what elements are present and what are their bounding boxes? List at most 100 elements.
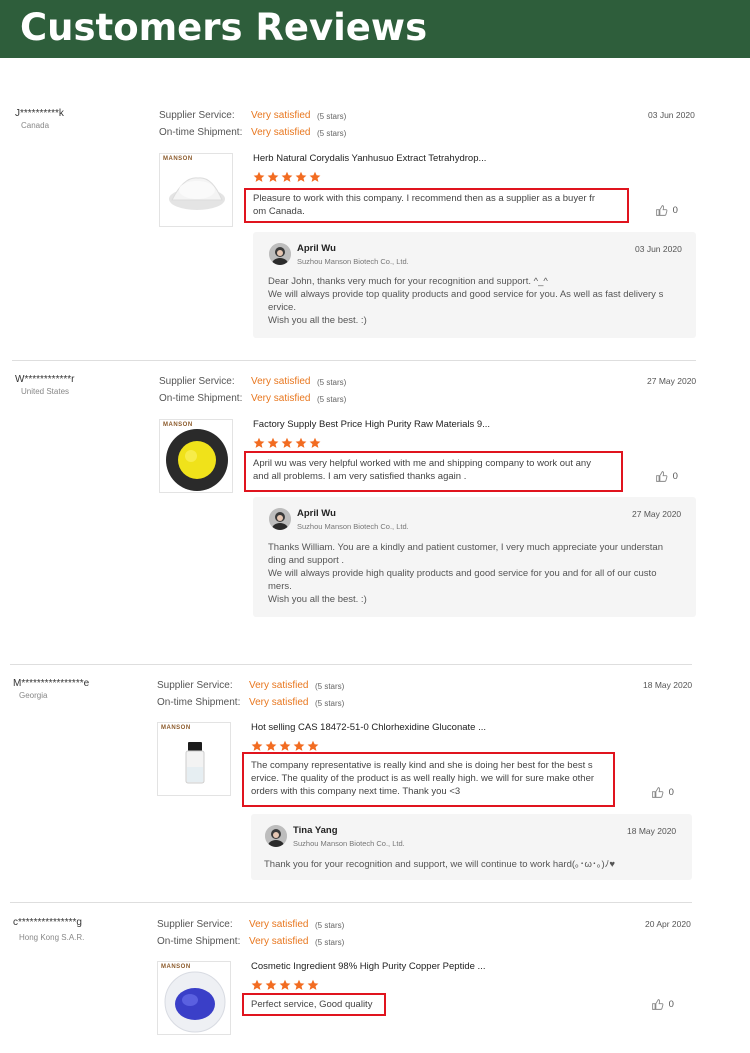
product-thumbnail[interactable]: MANSON	[157, 722, 231, 796]
like-count: 0	[672, 205, 678, 217]
ontime-shipment-label: On-time Shipment:	[159, 393, 243, 404]
thumbs-up-icon	[652, 787, 664, 798]
star-icon	[267, 171, 279, 182]
like-button[interactable]: 0	[651, 998, 674, 1011]
brand-logo: MANSON	[161, 725, 191, 731]
person-icon	[265, 825, 287, 847]
reply-line: We will always provide top quality produ…	[268, 289, 664, 300]
reply-author: April Wu	[297, 243, 336, 254]
thumbs-up-icon	[652, 999, 664, 1010]
ontime-shipment-rating: Very satisfied	[249, 936, 309, 947]
review-date: 27 May 2020	[647, 376, 697, 386]
ontime-shipment-label: On-time Shipment:	[159, 127, 243, 138]
reply-line: We will always provide high quality prod…	[268, 568, 657, 579]
ontime-shipment-stars: (5 stars)	[315, 938, 345, 947]
like-button[interactable]: 0	[651, 786, 674, 799]
star-icon	[279, 979, 291, 990]
star-icon	[295, 437, 307, 448]
avatar	[269, 508, 291, 530]
product-title-link[interactable]: Herb Natural Corydalis Yanhusuo Extract …	[253, 153, 486, 164]
person-icon	[269, 243, 291, 265]
ontime-shipment-rating: Very satisfied	[251, 393, 311, 404]
supplier-service-stars: (5 stars)	[315, 682, 345, 691]
supplier-service-label: Supplier Service:	[159, 110, 235, 121]
comment-line: Perfect service, Good quality	[251, 999, 373, 1010]
star-icon	[293, 979, 305, 990]
like-button[interactable]: 0	[655, 204, 678, 217]
reply-company: Suzhou Manson Biotech Co., Ltd.	[293, 839, 405, 848]
reply-text: Thank you for your recognition and suppo…	[264, 858, 615, 871]
like-button[interactable]: 0	[655, 470, 678, 483]
review-date: 20 Apr 2020	[645, 919, 691, 929]
comment-line: The company representative is really kin…	[251, 760, 593, 771]
vial-image	[185, 742, 205, 784]
page-title: Customers Reviews	[20, 6, 428, 49]
review-card: J**********k Canada Supplier Service: Ve…	[15, 108, 750, 348]
supplier-service-label: Supplier Service:	[157, 680, 233, 691]
star-icon	[307, 979, 319, 990]
like-count: 0	[668, 787, 674, 799]
star-icon	[309, 171, 321, 182]
supplier-reply: April Wu Suzhou Manson Biotech Co., Ltd.…	[253, 497, 696, 617]
star-icon	[307, 740, 319, 751]
supplier-service-rating: Very satisfied	[249, 680, 309, 691]
reply-line: Wish you all the best. :)	[268, 315, 367, 326]
reply-text: Dear John, thanks very much for your rec…	[268, 275, 663, 327]
comment-line: orders with this company next time. Than…	[251, 786, 461, 797]
review-date: 03 Jun 2020	[648, 110, 695, 120]
reply-line: ervice.	[268, 302, 296, 313]
blue-powder-image	[164, 971, 226, 1033]
reply-line: Wish you all the best. :)	[268, 594, 367, 605]
rating-stars	[251, 979, 321, 993]
ontime-shipment-label: On-time Shipment:	[157, 936, 241, 947]
star-icon	[253, 171, 265, 182]
person-icon	[269, 508, 291, 530]
product-thumbnail[interactable]: MANSON	[157, 961, 231, 1035]
review-card: W************r United States Supplier Se…	[15, 374, 750, 624]
product-title-link[interactable]: Factory Supply Best Price High Purity Ra…	[253, 419, 490, 430]
reply-line: mers.	[268, 581, 292, 592]
star-icon	[281, 437, 293, 448]
reply-line: Thank you for your recognition and suppo…	[264, 859, 615, 870]
star-icon	[265, 979, 277, 990]
ontime-shipment-stars: (5 stars)	[317, 395, 347, 404]
reply-line: Thanks William. You are a kindly and pat…	[268, 542, 663, 553]
ontime-shipment-rating: Very satisfied	[249, 697, 309, 708]
reply-text: Thanks William. You are a kindly and pat…	[268, 541, 663, 606]
reviewer-country: Hong Kong S.A.R.	[19, 933, 85, 942]
divider	[12, 360, 696, 361]
supplier-service-rating: Very satisfied	[251, 110, 311, 121]
reply-author: April Wu	[297, 508, 336, 519]
supplier-service-stars: (5 stars)	[317, 112, 347, 121]
review-card: c***************g Hong Kong S.A.R. Suppl…	[13, 917, 750, 1047]
review-comment: Perfect service, Good quality	[251, 998, 372, 1011]
supplier-reply: April Wu Suzhou Manson Biotech Co., Ltd.…	[253, 232, 696, 338]
reviewer-name: M****************e	[13, 678, 90, 689]
product-title-link[interactable]: Cosmetic Ingredient 98% High Purity Copp…	[251, 961, 485, 972]
reply-date: 18 May 2020	[627, 826, 677, 836]
star-icon	[295, 171, 307, 182]
thumbs-up-icon	[656, 471, 668, 482]
avatar	[265, 825, 287, 847]
product-thumbnail[interactable]: MANSON	[159, 153, 233, 227]
star-icon	[279, 740, 291, 751]
star-icon	[267, 437, 279, 448]
reply-date: 03 Jun 2020	[635, 244, 682, 254]
star-icon	[293, 740, 305, 751]
supplier-service-rating: Very satisfied	[251, 376, 311, 387]
reviewer-name: c***************g	[13, 917, 82, 928]
reviewer-country: Georgia	[19, 691, 48, 700]
white-powder-image	[169, 177, 225, 210]
star-icon	[253, 437, 265, 448]
product-title-link[interactable]: Hot selling CAS 18472-51-0 Chlorhexidine…	[251, 722, 486, 733]
supplier-service-rating: Very satisfied	[249, 919, 309, 930]
ontime-shipment-stars: (5 stars)	[317, 129, 347, 138]
reviewer-name: W************r	[15, 374, 75, 385]
review-date: 18 May 2020	[643, 680, 693, 690]
yellow-powder-image	[166, 429, 228, 491]
review-comment: The company representative is really kin…	[251, 759, 594, 798]
comment-line: April wu was very helpful worked with me…	[253, 458, 591, 469]
product-thumbnail[interactable]: MANSON	[159, 419, 233, 493]
star-icon	[251, 979, 263, 990]
divider	[10, 902, 692, 903]
